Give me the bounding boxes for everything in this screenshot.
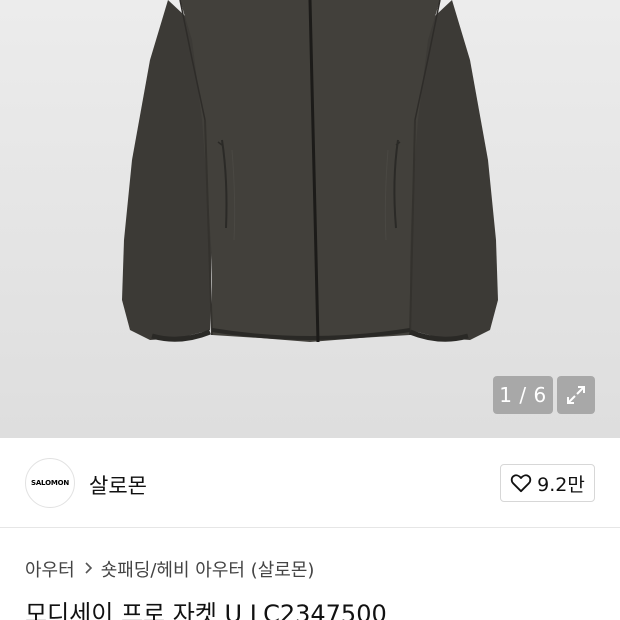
product-image-gallery[interactable]: 1 / 6 [0,0,620,438]
product-title: 모디세이 프로 자켓 U LC2347500 [25,600,387,620]
brand-logo-text: SALOMON [31,479,69,487]
brand-logo[interactable]: SALOMON [25,458,75,508]
breadcrumb-item-category[interactable]: 숏패딩/헤비 아우터 (살로몬) [101,556,315,582]
expand-button[interactable] [557,376,595,414]
image-counter: 1 / 6 [493,376,553,414]
like-count: 9.2만 [537,473,585,496]
breadcrumb-item-outer[interactable]: 아우터 [25,556,75,582]
product-image [122,0,498,343]
brand-row: SALOMON 살로몬 9.2만 [0,438,620,528]
expand-icon [567,386,585,404]
brand-name[interactable]: 살로몬 [89,470,147,500]
heart-icon [510,474,532,493]
chevron-right-icon [84,560,93,579]
like-button[interactable]: 9.2만 [500,464,595,502]
breadcrumb: 아우터 숏패딩/헤비 아우터 (살로몬) [25,556,314,582]
